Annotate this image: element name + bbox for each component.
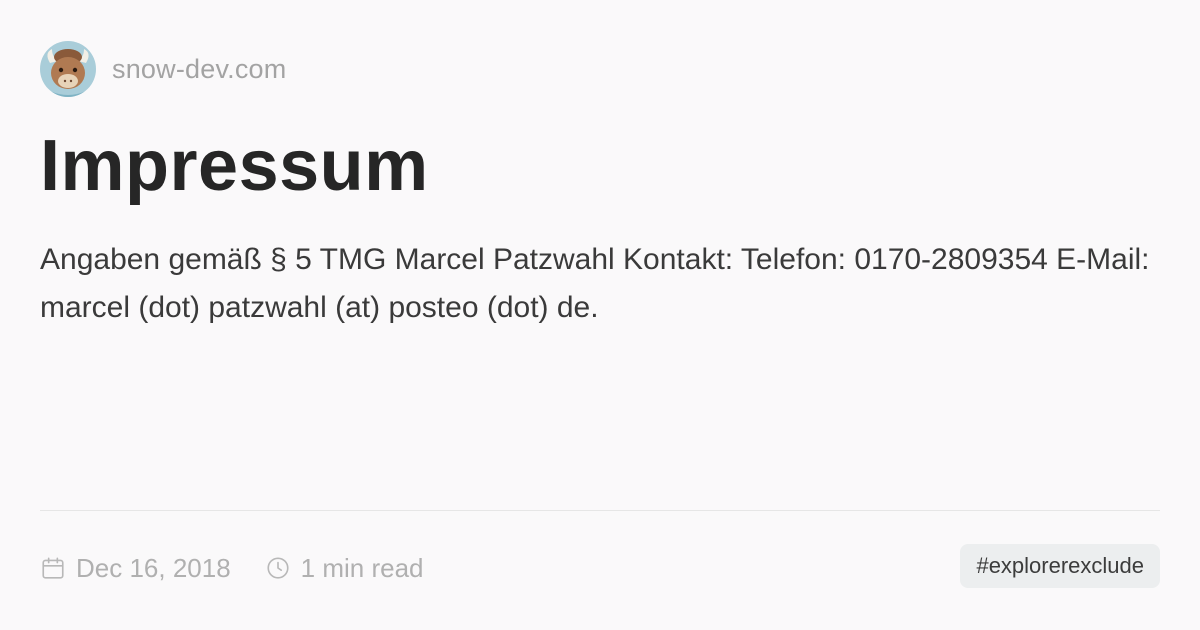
clock-icon — [265, 555, 291, 581]
calendar-icon — [40, 555, 66, 581]
site-header: snow-dev.com — [40, 41, 286, 97]
site-name[interactable]: snow-dev.com — [112, 54, 286, 85]
publish-date-text: Dec 16, 2018 — [76, 552, 231, 583]
tag-explorerexclude[interactable]: #explorerexclude — [960, 544, 1160, 588]
divider — [40, 510, 1160, 511]
article-meta: Dec 16, 2018 1 min read — [40, 549, 424, 587]
read-time: 1 min read — [265, 553, 424, 584]
read-time-text: 1 min read — [300, 552, 424, 583]
yak-mascot-icon[interactable] — [40, 41, 96, 97]
publish-date: Dec 16, 2018 — [40, 553, 231, 584]
page-title: Impressum — [40, 126, 429, 206]
article-description: Angaben gemäß § 5 TMG Marcel Patzwahl Ko… — [40, 243, 1150, 324]
